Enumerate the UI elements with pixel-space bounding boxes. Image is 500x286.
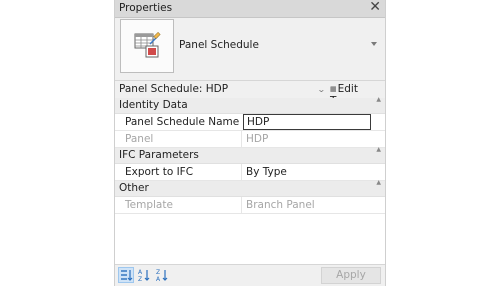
panel-schedule-icon — [134, 32, 161, 58]
collapse-icon[interactable]: ▲ — [376, 96, 381, 103]
svg-text:A: A — [156, 276, 161, 282]
collapse-icon[interactable]: ▲ — [376, 179, 381, 186]
type-name: Panel Schedule — [179, 39, 259, 51]
properties-palette: Properties ✕ Panel Schedule Panel Schedu… — [114, 0, 386, 286]
palette-title: Properties — [119, 2, 173, 14]
chevron-down-icon[interactable]: ⌄ — [317, 85, 326, 94]
panel-schedule-name-input[interactable]: HDP — [243, 114, 371, 130]
group-header-identity-data[interactable]: Identity Data ▲ — [115, 96, 385, 114]
property-row: Panel HDP — [115, 131, 385, 148]
property-key: Panel Schedule Name — [125, 116, 240, 128]
group-label: IFC Parameters — [119, 149, 199, 161]
title-bar[interactable]: Properties ✕ — [115, 0, 385, 18]
export-to-ifc-value[interactable]: By Type — [246, 166, 287, 178]
column-divider — [241, 164, 242, 180]
instance-filter-row: Panel Schedule: HDP ⌄ ▦Edit Type — [115, 80, 385, 107]
edit-type-icon: ▦ — [330, 85, 337, 93]
instance-filter-dropdown[interactable]: Panel Schedule: HDP — [119, 83, 228, 95]
svg-text:A: A — [138, 269, 143, 276]
property-row: Template Branch Panel — [115, 197, 385, 214]
group-label: Other — [119, 182, 149, 194]
chevron-down-icon[interactable] — [371, 42, 377, 46]
column-divider — [241, 197, 242, 213]
property-key: Panel — [125, 133, 154, 145]
type-selector[interactable]: Panel Schedule — [115, 18, 385, 79]
property-key: Export to IFC — [125, 166, 194, 178]
property-row: Panel Schedule Name HDP — [115, 114, 385, 131]
property-value: HDP — [247, 116, 270, 128]
categorized-icon[interactable] — [118, 267, 134, 283]
svg-text:Z: Z — [138, 276, 142, 282]
group-header-other[interactable]: Other ▲ — [115, 179, 385, 197]
property-grid: Identity Data ▲ Panel Schedule Name HDP … — [115, 96, 385, 264]
group-label: Identity Data — [119, 99, 188, 111]
property-value: Branch Panel — [246, 199, 315, 211]
type-preview-thumbnail — [120, 19, 174, 73]
collapse-icon[interactable]: ▲ — [376, 146, 381, 153]
sort-descending-icon[interactable]: Z A — [155, 268, 169, 283]
apply-button[interactable]: Apply — [321, 267, 381, 284]
palette-footer: A Z Z A Apply — [115, 264, 385, 286]
property-value: HDP — [246, 133, 269, 145]
group-header-ifc-parameters[interactable]: IFC Parameters ▲ — [115, 146, 385, 164]
close-icon[interactable]: ✕ — [369, 0, 381, 15]
svg-text:Z: Z — [156, 269, 160, 276]
property-row: Export to IFC By Type — [115, 164, 385, 181]
column-divider — [241, 131, 242, 147]
property-key: Template — [125, 199, 173, 211]
sort-ascending-icon[interactable]: A Z — [137, 268, 151, 283]
